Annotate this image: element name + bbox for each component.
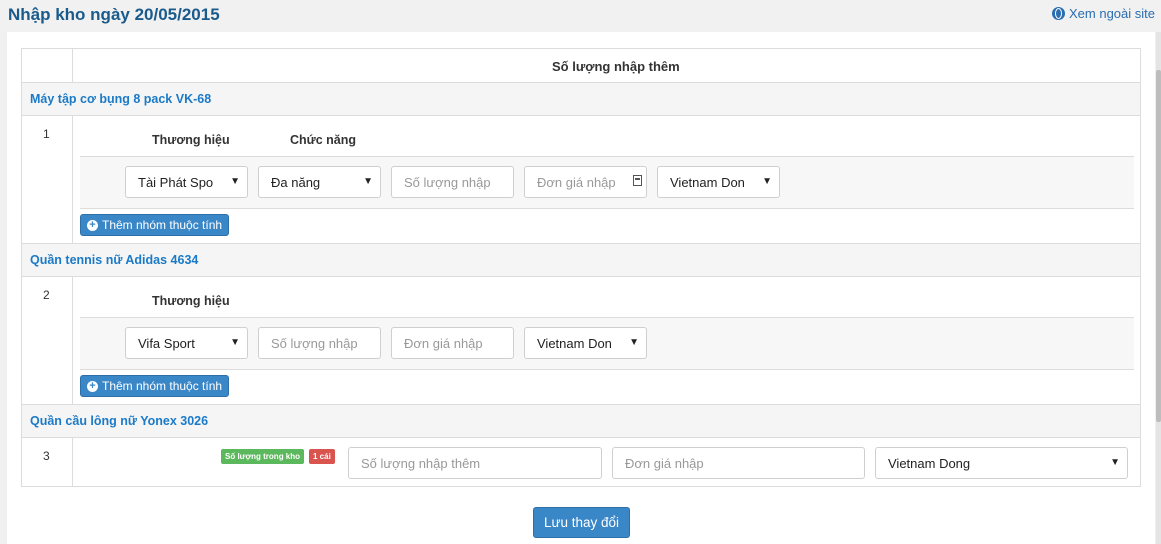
divider: [72, 277, 73, 404]
import-table: Số lượng nhập thêm Máy tập cơ bụng 8 pac…: [21, 48, 1141, 487]
row-index: 2: [43, 288, 50, 302]
page-header: Nhập kho ngày 20/05/2015 Xem ngoài site: [0, 0, 1161, 32]
currency-select[interactable]: Vietnam Dong ▼: [875, 447, 1128, 479]
product-row-2: Quần tennis nữ Adidas 4634: [22, 243, 1140, 277]
qty-input[interactable]: Số lượng nhập: [258, 327, 381, 359]
price-input[interactable]: Đơn giá nhập: [524, 166, 647, 198]
currency-select[interactable]: Vietnam Don ▼: [657, 166, 780, 198]
variant-row: Tài Phát Spo ▼ Đa năng ▼ Số lượng nhập Đ…: [80, 156, 1134, 209]
brand-select[interactable]: Vifa Sport ▼: [125, 327, 248, 359]
divider: [72, 49, 73, 82]
add-attribute-group-button[interactable]: + Thêm nhóm thuộc tính: [80, 214, 230, 236]
page-title: Nhập kho ngày 20/05/2015: [8, 5, 220, 24]
currency-value: Vietnam Don: [670, 174, 745, 190]
plus-circle-icon: +: [87, 380, 98, 392]
col-header-qty: Số lượng nhập thêm: [552, 59, 680, 74]
view-site-label: Xem ngoài site: [1069, 6, 1155, 21]
qty-input[interactable]: Số lượng nhập thêm: [348, 447, 602, 479]
attr-label-brand: Thương hiệu: [152, 133, 230, 147]
product-link[interactable]: Quần cầu lông nữ Yonex 3026: [30, 414, 208, 428]
price-input[interactable]: Đơn giá nhập: [612, 447, 865, 479]
scrollbar-thumb[interactable]: [1156, 70, 1161, 422]
view-site-link[interactable]: Xem ngoài site: [1052, 6, 1155, 21]
add-group-label: Thêm nhóm thuộc tính: [102, 379, 223, 393]
calendar-icon: [633, 175, 642, 186]
plus-circle-icon: +: [87, 219, 98, 231]
caret-down-icon: ▼: [629, 337, 639, 348]
caret-down-icon: ▼: [363, 176, 373, 187]
function-value: Đa năng: [271, 174, 321, 190]
divider: [72, 116, 73, 243]
caret-down-icon: ▼: [230, 176, 240, 187]
add-group-label: Thêm nhóm thuộc tính: [102, 218, 223, 232]
product-link[interactable]: Máy tập cơ bụng 8 pack VK-68: [30, 92, 211, 106]
currency-value: Vietnam Don: [537, 335, 612, 351]
product-row-1: Máy tập cơ bụng 8 pack VK-68: [22, 82, 1140, 116]
caret-down-icon: ▼: [230, 337, 240, 348]
stock-label-badge: Số lượng trong kho: [221, 449, 305, 464]
price-input[interactable]: Đơn giá nhập: [391, 327, 514, 359]
stock-value-badge: 1 cái: [309, 449, 335, 464]
brand-value: Tài Phát Spo: [138, 174, 214, 190]
brand-value: Vifa Sport: [138, 335, 195, 351]
product-row-3: Quần cầu lông nữ Yonex 3026: [22, 404, 1140, 438]
product-link[interactable]: Quần tennis nữ Adidas 4634: [30, 253, 198, 267]
brand-select[interactable]: Tài Phát Spo ▼: [125, 166, 248, 198]
globe-icon: [1052, 7, 1065, 20]
currency-select[interactable]: Vietnam Don ▼: [524, 327, 647, 359]
currency-value: Vietnam Dong: [888, 455, 971, 471]
price-placeholder: Đơn giá nhập: [537, 174, 616, 190]
function-select[interactable]: Đa năng ▼: [258, 166, 381, 198]
attr-label-function: Chức năng: [290, 133, 356, 147]
save-button[interactable]: Lưu thay đổi: [533, 507, 630, 538]
qty-input[interactable]: Số lượng nhập: [391, 166, 514, 198]
row-index: 3: [43, 449, 50, 463]
add-attribute-group-button[interactable]: + Thêm nhóm thuộc tính: [80, 375, 230, 397]
caret-down-icon: ▼: [762, 176, 772, 187]
divider: [72, 438, 73, 486]
caret-down-icon: ▼: [1110, 457, 1120, 468]
attr-label-brand: Thương hiệu: [152, 294, 230, 308]
variant-row: Vifa Sport ▼ Số lượng nhập Đơn giá nhập …: [80, 317, 1134, 370]
row-index: 1: [43, 127, 50, 141]
